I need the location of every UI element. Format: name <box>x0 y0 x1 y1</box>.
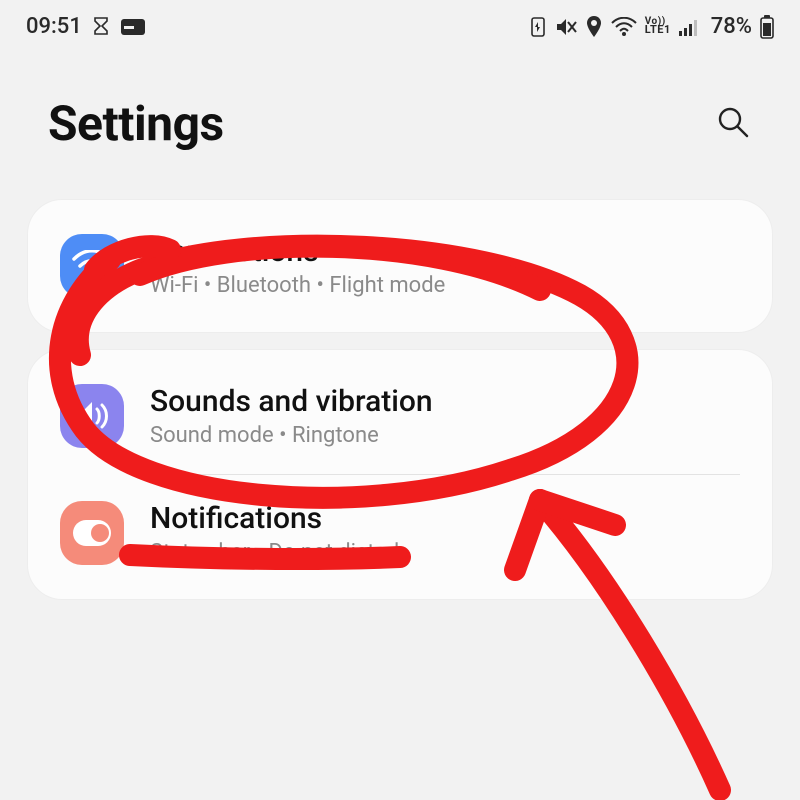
sounds-subtitle: Sound mode • Ringtone <box>150 423 433 448</box>
page-title: Settings <box>48 95 224 152</box>
connections-title: Connections <box>150 234 445 269</box>
settings-header: Settings <box>0 49 800 182</box>
status-bar-right: Vo)) LTE1 78% <box>529 14 774 39</box>
notifications-text: Notifications Status bar • Do not distur… <box>150 501 407 565</box>
sound-app-icon <box>60 384 124 448</box>
signal-icon <box>679 18 701 36</box>
wifi-app-icon <box>60 234 124 298</box>
mute-icon <box>555 17 577 37</box>
status-bar-left: 09:51 <box>26 14 146 39</box>
search-icon <box>716 105 750 142</box>
notifications-subtitle: Status bar • Do not disturb <box>150 540 407 565</box>
location-icon <box>585 16 603 38</box>
sounds-text: Sounds and vibration Sound mode • Ringto… <box>150 384 433 448</box>
status-time: 09:51 <box>26 14 82 39</box>
card-icon <box>120 18 146 36</box>
notifications-app-icon <box>60 501 124 565</box>
battery-percent: 78% <box>711 14 752 39</box>
connections-subtitle: Wi-Fi • Bluetooth • Flight mode <box>150 273 445 298</box>
connections-text: Connections Wi-Fi • Bluetooth • Flight m… <box>150 234 445 298</box>
connections-card: Connections Wi-Fi • Bluetooth • Flight m… <box>28 200 772 332</box>
search-button[interactable] <box>708 97 758 150</box>
hourglass-icon <box>92 17 110 37</box>
battery-icon <box>760 15 774 39</box>
recycle-battery-icon <box>529 16 547 38</box>
status-bar: 09:51 Vo)) LTE1 78% <box>0 0 800 49</box>
lte-indicator: Vo)) LTE1 <box>645 18 671 35</box>
sounds-notifications-card: Sounds and vibration Sound mode • Ringto… <box>28 350 772 599</box>
wifi-icon <box>611 17 637 37</box>
sounds-item[interactable]: Sounds and vibration Sound mode • Ringto… <box>28 358 772 474</box>
notifications-title: Notifications <box>150 501 407 536</box>
connections-item[interactable]: Connections Wi-Fi • Bluetooth • Flight m… <box>28 208 772 324</box>
sounds-title: Sounds and vibration <box>150 384 433 419</box>
notifications-item[interactable]: Notifications Status bar • Do not distur… <box>28 475 772 591</box>
